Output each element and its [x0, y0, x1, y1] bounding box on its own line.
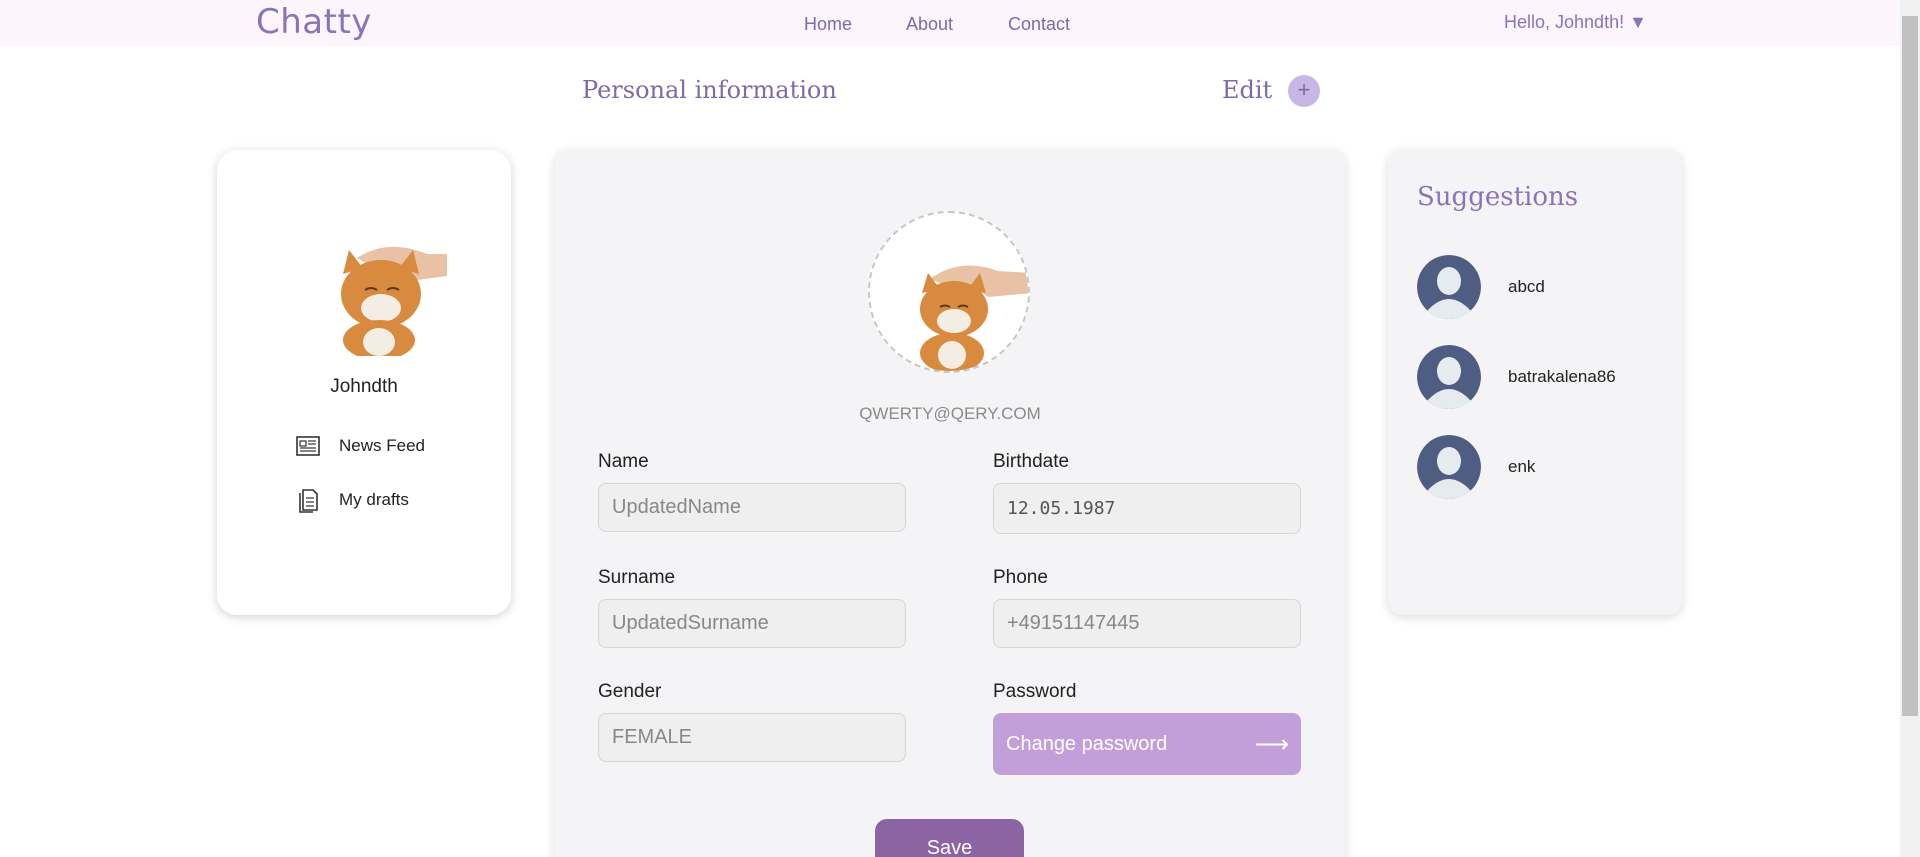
- suggestion-item[interactable]: batrakalena86: [1417, 345, 1616, 409]
- menu-item-news-feed[interactable]: News Feed: [295, 433, 425, 459]
- default-avatar-icon: [1417, 345, 1481, 409]
- arrow-right-icon: ⟶: [1254, 731, 1289, 758]
- default-avatar-icon: [1417, 255, 1481, 319]
- top-navbar: Chatty Home About Contact Hello, Johndth…: [0, 0, 1900, 46]
- user-email: QWERTY@QERY.COM: [859, 404, 1041, 423]
- phone-label: Phone: [993, 567, 1048, 588]
- user-menu-dropdown[interactable]: Hello, Johndth! ▼: [1504, 12, 1647, 33]
- cat-avatar-image: [341, 246, 447, 356]
- edit-toggle-button[interactable]: +: [1288, 75, 1320, 107]
- profile-form-card: QWERTY@QERY.COM Name UpdatedName Birthda…: [555, 150, 1345, 857]
- suggestion-item[interactable]: enk: [1417, 435, 1535, 499]
- suggestions-card: Suggestions abcd batrakalena86 enk: [1388, 150, 1682, 615]
- suggestion-username: abcd: [1508, 277, 1545, 296]
- username: Johndth: [330, 376, 398, 397]
- surname-label: Surname: [598, 567, 676, 588]
- surname-input[interactable]: UpdatedSurname: [598, 599, 906, 648]
- drafts-icon: [299, 489, 318, 513]
- menu-item-label: My drafts: [339, 490, 409, 509]
- default-avatar-icon: [1417, 435, 1481, 499]
- password-label: Password: [993, 681, 1077, 702]
- nav-about[interactable]: About: [906, 14, 953, 35]
- suggestion-item[interactable]: abcd: [1417, 255, 1545, 319]
- name-label: Name: [598, 451, 649, 472]
- name-input[interactable]: UpdatedName: [598, 483, 906, 532]
- gender-select[interactable]: FEMALE: [598, 713, 906, 762]
- suggestion-username: enk: [1508, 457, 1536, 476]
- birthdate-input[interactable]: 12.05.1987: [993, 483, 1301, 534]
- newspaper-icon: [296, 436, 320, 456]
- suggestion-username: batrakalena86: [1508, 367, 1616, 386]
- save-button[interactable]: Save: [875, 819, 1024, 857]
- phone-input[interactable]: +49151147445: [993, 599, 1301, 648]
- page-title: Personal information: [582, 76, 837, 104]
- scrollbar-thumb[interactable]: [1902, 16, 1918, 716]
- nav-contact[interactable]: Contact: [1008, 14, 1070, 35]
- birthdate-label: Birthdate: [993, 451, 1070, 472]
- change-password-label: Change password: [1006, 732, 1168, 755]
- change-password-button[interactable]: Change password ⟶: [993, 713, 1301, 775]
- avatar-upload[interactable]: [868, 211, 1030, 373]
- nav-home[interactable]: Home: [804, 14, 852, 35]
- gender-label: Gender: [598, 681, 662, 702]
- cat-avatar-image: [870, 213, 1028, 371]
- suggestions-title: Suggestions: [1417, 182, 1579, 212]
- edit-label: Edit: [1222, 76, 1273, 104]
- menu-item-label: News Feed: [339, 436, 425, 455]
- profile-sidebar-card: Johndth News Feed My drafts: [217, 150, 511, 615]
- menu-item-my-drafts[interactable]: My drafts: [295, 487, 409, 513]
- logo[interactable]: Chatty: [256, 2, 372, 42]
